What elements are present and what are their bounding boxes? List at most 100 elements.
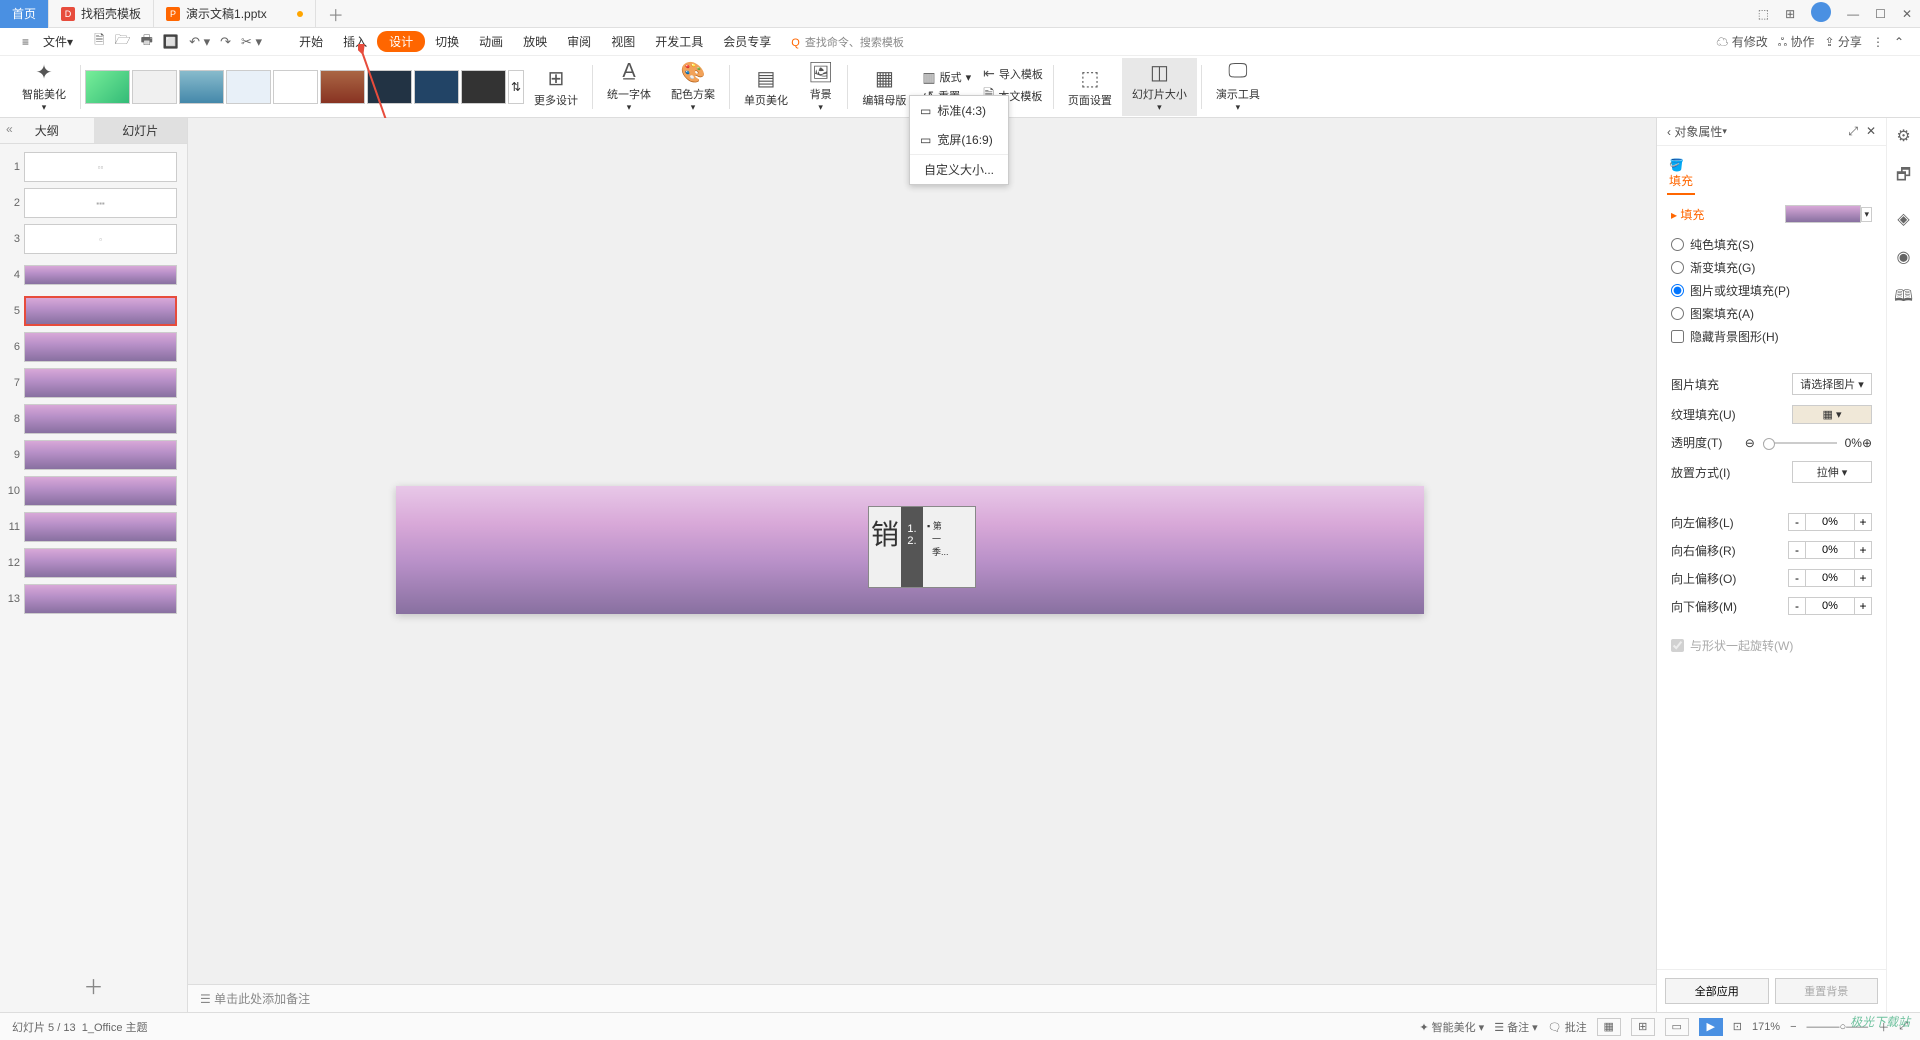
new-icon[interactable]: 🗎	[89, 31, 109, 53]
offset-left-spinner[interactable]: -+	[1788, 513, 1872, 531]
notes-pane[interactable]: ☰ 单击此处添加备注	[188, 984, 1656, 1012]
sorter-view-button[interactable]: ⊞	[1631, 1018, 1655, 1036]
size-custom-item[interactable]: 自定义大小...	[910, 154, 1008, 184]
fullscreen-icon[interactable]: ⤢	[1899, 1020, 1908, 1033]
zoom-out-button[interactable]: −	[1790, 1021, 1796, 1033]
slide-thumb[interactable]: ▪▪▪	[24, 188, 177, 218]
menu-view[interactable]: 视图	[601, 33, 645, 50]
fill-solid-radio[interactable]: 纯色填充(S)	[1671, 233, 1872, 256]
fit-icon[interactable]: ⊡	[1733, 1020, 1742, 1033]
template-thumb[interactable]	[179, 70, 224, 104]
pin-icon[interactable]: ⤢	[1848, 124, 1858, 139]
slide-thumb[interactable]	[24, 548, 177, 578]
ribbon-toggle-icon[interactable]: ⌃	[1894, 35, 1904, 49]
template-thumb[interactable]	[226, 70, 271, 104]
more-design-button[interactable]: ⊞ 更多设计	[524, 58, 588, 116]
maximize-button[interactable]: ☐	[1867, 7, 1894, 21]
template-thumb[interactable]	[414, 70, 459, 104]
coop-button[interactable]: ஃ 协作	[1778, 33, 1815, 51]
slide-thumb[interactable]: ▫	[24, 224, 177, 254]
format-painter-icon[interactable]: ✂ ▾	[236, 34, 267, 50]
reading-view-button[interactable]: ▭	[1665, 1018, 1689, 1036]
fill-picture-radio[interactable]: 图片或纹理填充(P)	[1671, 279, 1872, 302]
size-standard-item[interactable]: ▭标准(4:3)	[910, 96, 1008, 125]
search-box[interactable]: Q 查找命令、搜索模板	[791, 34, 904, 50]
status-beautify[interactable]: ✦ 智能美化 ▾	[1419, 1019, 1484, 1035]
slide-canvas[interactable]: 销 1.2. ▪ 第 一 季... ☰ 单击此处添加备注	[188, 118, 1656, 1012]
rotate-with-shape-checkbox[interactable]: 与形状一起旋转(W)	[1671, 634, 1872, 657]
template-thumb[interactable]	[85, 70, 130, 104]
location-icon[interactable]: ◉	[1897, 247, 1911, 267]
menu-slideshow[interactable]: 放映	[513, 33, 557, 50]
slide-thumb[interactable]	[24, 584, 177, 614]
template-gallery[interactable]: ⇅	[85, 70, 524, 104]
file-menu[interactable]: 文件 ▾	[35, 33, 81, 50]
fill-gradient-radio[interactable]: 渐变填充(G)	[1671, 256, 1872, 279]
close-panel-icon[interactable]: ✕	[1866, 124, 1876, 139]
menu-design[interactable]: 设计	[377, 31, 425, 52]
template-thumb[interactable]	[273, 70, 318, 104]
collapse-panel-icon[interactable]: «	[6, 122, 13, 136]
user-avatar[interactable]	[1803, 2, 1839, 25]
redo-icon[interactable]: ↷	[215, 34, 236, 50]
hide-bg-checkbox[interactable]: 隐藏背景图形(H)	[1671, 325, 1872, 348]
back-icon[interactable]: ‹	[1667, 125, 1671, 139]
offset-bottom-spinner[interactable]: -+	[1788, 597, 1872, 615]
import-template-button[interactable]: ⇤导入模板	[983, 65, 1043, 82]
texture-select[interactable]: ▦ ▾	[1792, 405, 1872, 424]
slide-size-button[interactable]: ◫ 幻灯片大小▾	[1122, 58, 1197, 116]
slide-thumb[interactable]	[24, 476, 177, 506]
current-slide[interactable]: 销 1.2. ▪ 第 一 季...	[396, 486, 1424, 614]
unify-font-button[interactable]: A̲ 统一字体▾	[597, 58, 661, 116]
document-tab[interactable]: P 演示文稿1.pptx	[154, 0, 316, 28]
menu-animation[interactable]: 动画	[469, 33, 513, 50]
template-thumb[interactable]	[320, 70, 365, 104]
normal-view-button[interactable]: ▦	[1597, 1018, 1621, 1036]
reset-bg-button[interactable]: 重置背景	[1775, 978, 1879, 1004]
menu-member[interactable]: 会员专享	[713, 33, 781, 50]
slide-thumb[interactable]	[24, 332, 177, 362]
slide-thumb[interactable]	[24, 440, 177, 470]
slide-thumb[interactable]	[24, 368, 177, 398]
bookmark-icon[interactable]: 🕮	[1894, 285, 1913, 312]
menu-start[interactable]: 开始	[289, 33, 333, 50]
fill-preview[interactable]	[1785, 205, 1861, 223]
grid-icon[interactable]: ⊞	[1777, 7, 1803, 21]
edit-master-button[interactable]: ▦ 编辑母版	[852, 58, 916, 116]
outline-tab[interactable]: 大纲	[0, 118, 94, 143]
apply-all-button[interactable]: 全部应用	[1665, 978, 1769, 1004]
slide-thumb[interactable]	[24, 512, 177, 542]
gallery-expand-icon[interactable]: ⇅	[508, 70, 524, 104]
minimize-button[interactable]: —	[1839, 7, 1867, 21]
reading-mode-icon[interactable]: ⬚	[1750, 7, 1777, 21]
smart-beautify-button[interactable]: ✦ 智能美化▾	[12, 58, 76, 116]
slide-thumb[interactable]	[24, 265, 177, 285]
preview-icon[interactable]: 🔲	[158, 34, 184, 50]
status-comments[interactable]: 🗨 批注	[1548, 1019, 1587, 1035]
color-scheme-button[interactable]: 🎨 配色方案▾	[661, 58, 725, 116]
undo-icon[interactable]: ↶ ▾	[184, 34, 215, 50]
share-button[interactable]: ⇪ 分享	[1825, 33, 1862, 50]
menu-transition[interactable]: 切换	[425, 33, 469, 50]
style-icon[interactable]: 🗗	[1896, 164, 1911, 191]
zoom-in-button[interactable]: ＋	[1878, 1019, 1889, 1035]
slide-thumb[interactable]	[24, 404, 177, 434]
place-mode-select[interactable]: 拉伸	[1792, 461, 1872, 483]
slide-textbox[interactable]: 销 1.2. ▪ 第 一 季...	[868, 506, 976, 588]
zoom-slider[interactable]: ———○——	[1807, 1021, 1869, 1033]
settings-icon[interactable]: ⚙	[1896, 126, 1910, 146]
menu-devtools[interactable]: 开发工具	[645, 33, 713, 50]
template-tab[interactable]: D 找稻壳模板	[49, 0, 154, 28]
open-icon[interactable]: 🗁	[110, 31, 136, 53]
layer-icon[interactable]: ◈	[1897, 209, 1909, 229]
menu-more-icon[interactable]: ⋮	[1872, 35, 1884, 49]
sync-status[interactable]: ☁ 有修改	[1716, 33, 1767, 50]
pic-fill-select[interactable]: 请选择图片	[1792, 373, 1872, 395]
layout-button[interactable]: ▥版式▾	[922, 69, 971, 86]
fill-tab[interactable]: 🪣填充	[1667, 154, 1695, 195]
transparency-slider[interactable]	[1763, 442, 1837, 444]
home-tab[interactable]: 首页	[0, 0, 49, 28]
slideshow-button[interactable]: ▶	[1699, 1018, 1723, 1036]
slides-tab[interactable]: 幻灯片	[94, 118, 188, 143]
hamburger-icon[interactable]: ≡	[16, 35, 35, 49]
